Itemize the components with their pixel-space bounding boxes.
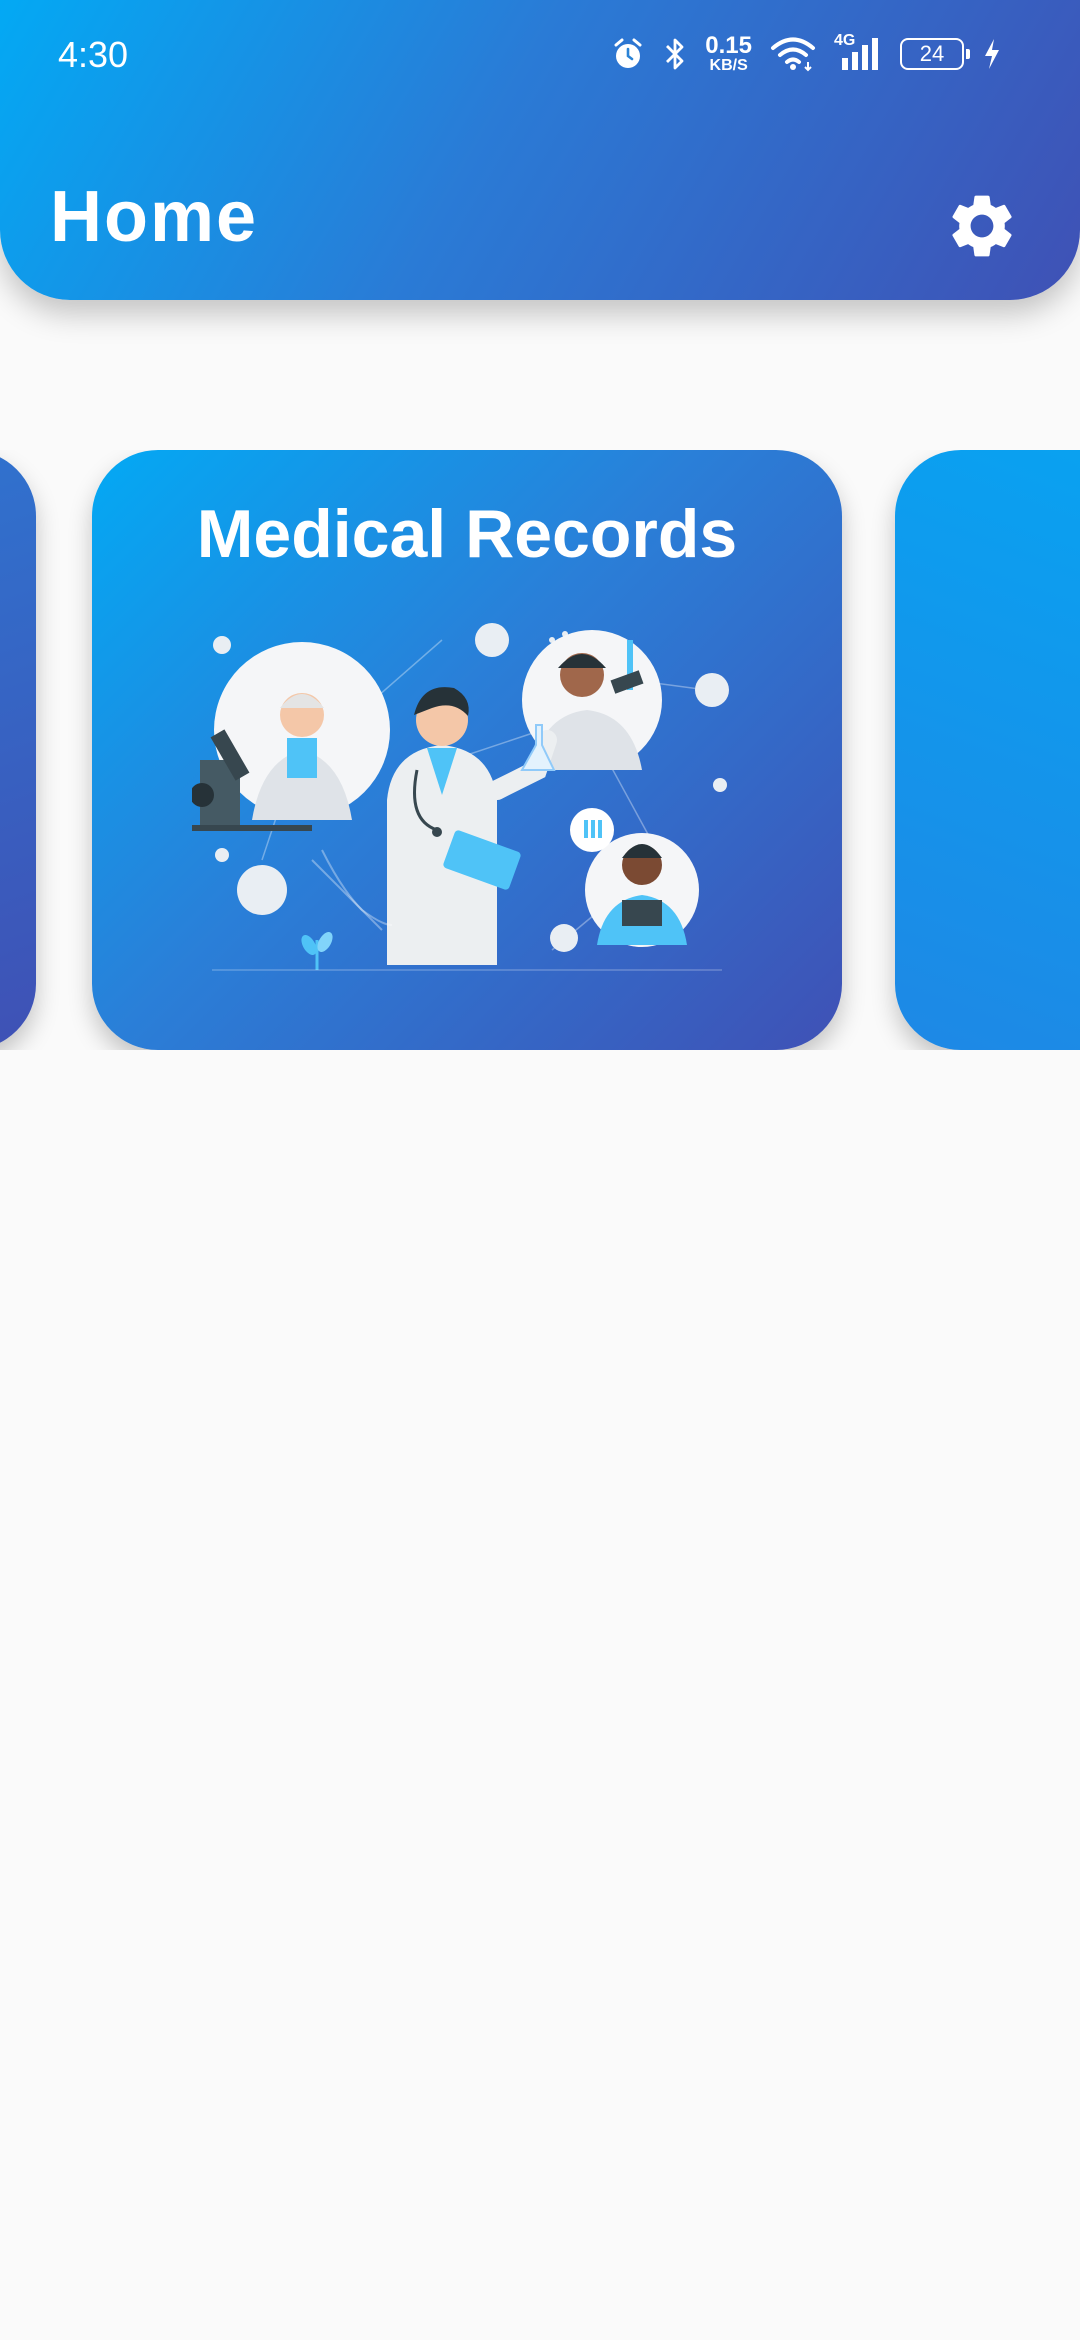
- status-icons: 0.15 KB/S 4G 24: [611, 32, 1002, 76]
- charging-icon: [982, 37, 1002, 71]
- carousel-card-next[interactable]: [895, 450, 1080, 1050]
- feature-carousel[interactable]: Medical Records: [0, 450, 1080, 1050]
- network-speed-unit: KB/S: [709, 57, 748, 74]
- signal-icon: 4G: [834, 32, 882, 72]
- card-title: Medical Records: [196, 496, 738, 572]
- gear-icon: [944, 188, 1020, 269]
- status-time: 4:30: [58, 34, 129, 75]
- medical-staff-illustration: [190, 620, 742, 980]
- network-type-label: 4G: [834, 32, 856, 49]
- status-bar: 4:30 0.15 KB/S 4G 24: [0, 0, 1080, 110]
- battery-level: 24: [919, 41, 945, 66]
- battery-indicator: 24: [900, 38, 970, 70]
- wifi-icon: [770, 36, 816, 72]
- carousel-card-previous[interactable]: [0, 450, 36, 1050]
- alarm-icon: [611, 37, 645, 71]
- network-speed: 0.15 KB/S: [705, 34, 752, 74]
- app-header: 4:30 0.15 KB/S 4G 24 Home: [0, 0, 1080, 300]
- settings-button[interactable]: [942, 188, 1022, 268]
- medical-records-card[interactable]: Medical Records: [92, 450, 842, 1050]
- network-speed-value: 0.15: [705, 32, 752, 59]
- page-title: Home: [50, 177, 259, 257]
- bluetooth-icon: [663, 37, 687, 71]
